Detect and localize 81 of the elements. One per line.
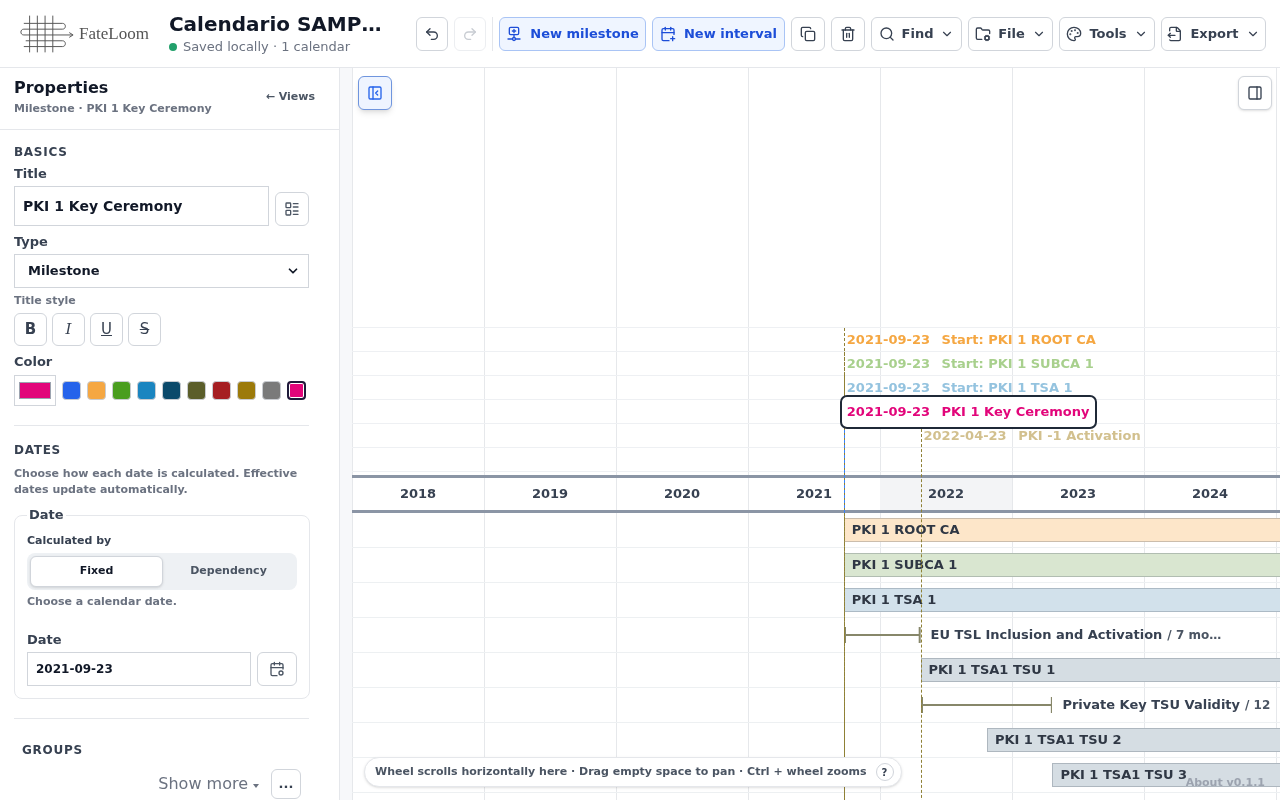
file-arrow-icon (1167, 25, 1184, 42)
year-header-cell: 2022 (880, 478, 1012, 510)
timeline-bar[interactable]: PKI 1 TSA1 TSU 2 (986, 728, 1280, 752)
section-heading: BASICS (14, 144, 69, 160)
help-button[interactable]: ? (875, 763, 894, 781)
document-title: Calendario SAMP… (168, 11, 382, 36)
group-legend: Date (27, 506, 66, 524)
segment-option[interactable]: Dependency (163, 556, 294, 587)
timeline-bar[interactable]: PKI 1 TSA 1 (843, 588, 1280, 612)
undo-icon (424, 25, 440, 42)
field-label: Date (27, 631, 63, 649)
year-header-cell-text: 2024 (1190, 485, 1230, 504)
folder-gear-icon (975, 25, 992, 42)
hint-text: Wheel scrolls horizontally here · Drag empty space to pan · Ctrl + wheel zooms (375, 763, 867, 780)
year-header-cell-text: 2023 (1058, 485, 1098, 504)
year-header-cell-text: 2021 (794, 485, 834, 504)
panel-title: Properties (14, 77, 110, 99)
delete-button[interactable] (831, 16, 865, 51)
section-description: Choose how each date is calculated. Effective dates update automatically. (14, 466, 299, 498)
views-link[interactable]: ← Views (265, 88, 315, 106)
title-options-button[interactable] (275, 192, 309, 226)
panel-right-icon (1247, 85, 1263, 101)
strikethrough-button[interactable]: S (128, 313, 161, 346)
segment-option[interactable]: Fixed (30, 556, 163, 587)
logo-weave-icon (18, 13, 76, 54)
field-label: Title style (14, 294, 77, 308)
collapse-left-panel-button[interactable] (358, 76, 392, 110)
interval-duration: / 12 (1245, 697, 1271, 714)
type-select[interactable]: Milestone (14, 254, 309, 288)
field-label: Title (14, 165, 48, 183)
panel-subtitle: Milestone · PKI 1 Key Ceremony (14, 101, 212, 117)
interval-bracket[interactable] (920, 696, 1053, 714)
undo-button[interactable] (416, 16, 448, 51)
search-icon (878, 25, 895, 42)
logo-wordmark: FateLoom (79, 23, 149, 44)
caret-down-icon (253, 783, 259, 788)
export-menu-button[interactable]: Export (1161, 16, 1266, 51)
more-options-button[interactable]: ... (271, 769, 301, 799)
title-input[interactable]: PKI 1 Key Ceremony (14, 186, 270, 226)
panel-left-icon (367, 85, 383, 101)
calendar-plus-icon (659, 25, 676, 42)
year-header-cell-text: 2019 (530, 485, 570, 504)
date-picker-button[interactable] (257, 652, 297, 686)
interval-duration: / 7 mo… (1167, 627, 1222, 644)
bold-button[interactable]: B (14, 313, 47, 346)
palette-icon (1066, 25, 1083, 42)
new-milestone-button[interactable]: New milestone (499, 16, 646, 51)
redo-icon (462, 25, 478, 42)
file-menu-button[interactable]: File (968, 16, 1053, 51)
list-icon (284, 201, 301, 217)
section-heading: GROUPS (22, 742, 84, 758)
color-picker[interactable] (14, 375, 56, 406)
underline-button[interactable]: U (90, 313, 123, 346)
year-header-cell-text: 2020 (662, 485, 702, 504)
toggle-right-panel-button[interactable] (1238, 76, 1272, 110)
interval-title: Private Key TSU Validity (1062, 696, 1241, 715)
milestone-label[interactable]: 2021-09-23 PKI 1 Key Ceremony (839, 394, 1097, 429)
show-more-button[interactable]: Show more (158, 774, 259, 794)
copy-icon (800, 25, 816, 42)
new-interval-button[interactable]: New interval (652, 16, 785, 51)
field-label: Color (14, 353, 54, 371)
timeline-bar[interactable]: PKI 1 ROOT CA (843, 518, 1280, 542)
timeline-bar[interactable]: PKI 1 TSA1 TSU 1 (920, 658, 1280, 682)
interval-title: EU TSL Inclusion and Activation (930, 626, 1163, 645)
date-input[interactable]: 2021-09-23 (27, 652, 251, 686)
year-header-cell-text: 2018 (398, 485, 438, 504)
copy-button[interactable] (791, 16, 825, 51)
italic-button[interactable]: I (52, 313, 85, 346)
find-menu-button[interactable]: Find (871, 16, 962, 51)
tools-menu-button[interactable]: Tools (1059, 16, 1155, 51)
section-heading: DATES (14, 442, 62, 458)
node-plus-icon (506, 25, 523, 42)
calendar-icon (269, 661, 285, 677)
field-label: Type (14, 233, 49, 251)
save-status: Saved locally · 1 calendar (182, 37, 351, 56)
color-swatch-icon[interactable] (287, 381, 306, 400)
timeline-bar[interactable]: PKI 1 SUBCA 1 (843, 553, 1280, 577)
interval-bracket[interactable] (843, 626, 921, 644)
field-label: Calculated by (27, 534, 113, 548)
trash-icon (840, 25, 856, 42)
field-hint: Choose a calendar date. (27, 595, 178, 609)
